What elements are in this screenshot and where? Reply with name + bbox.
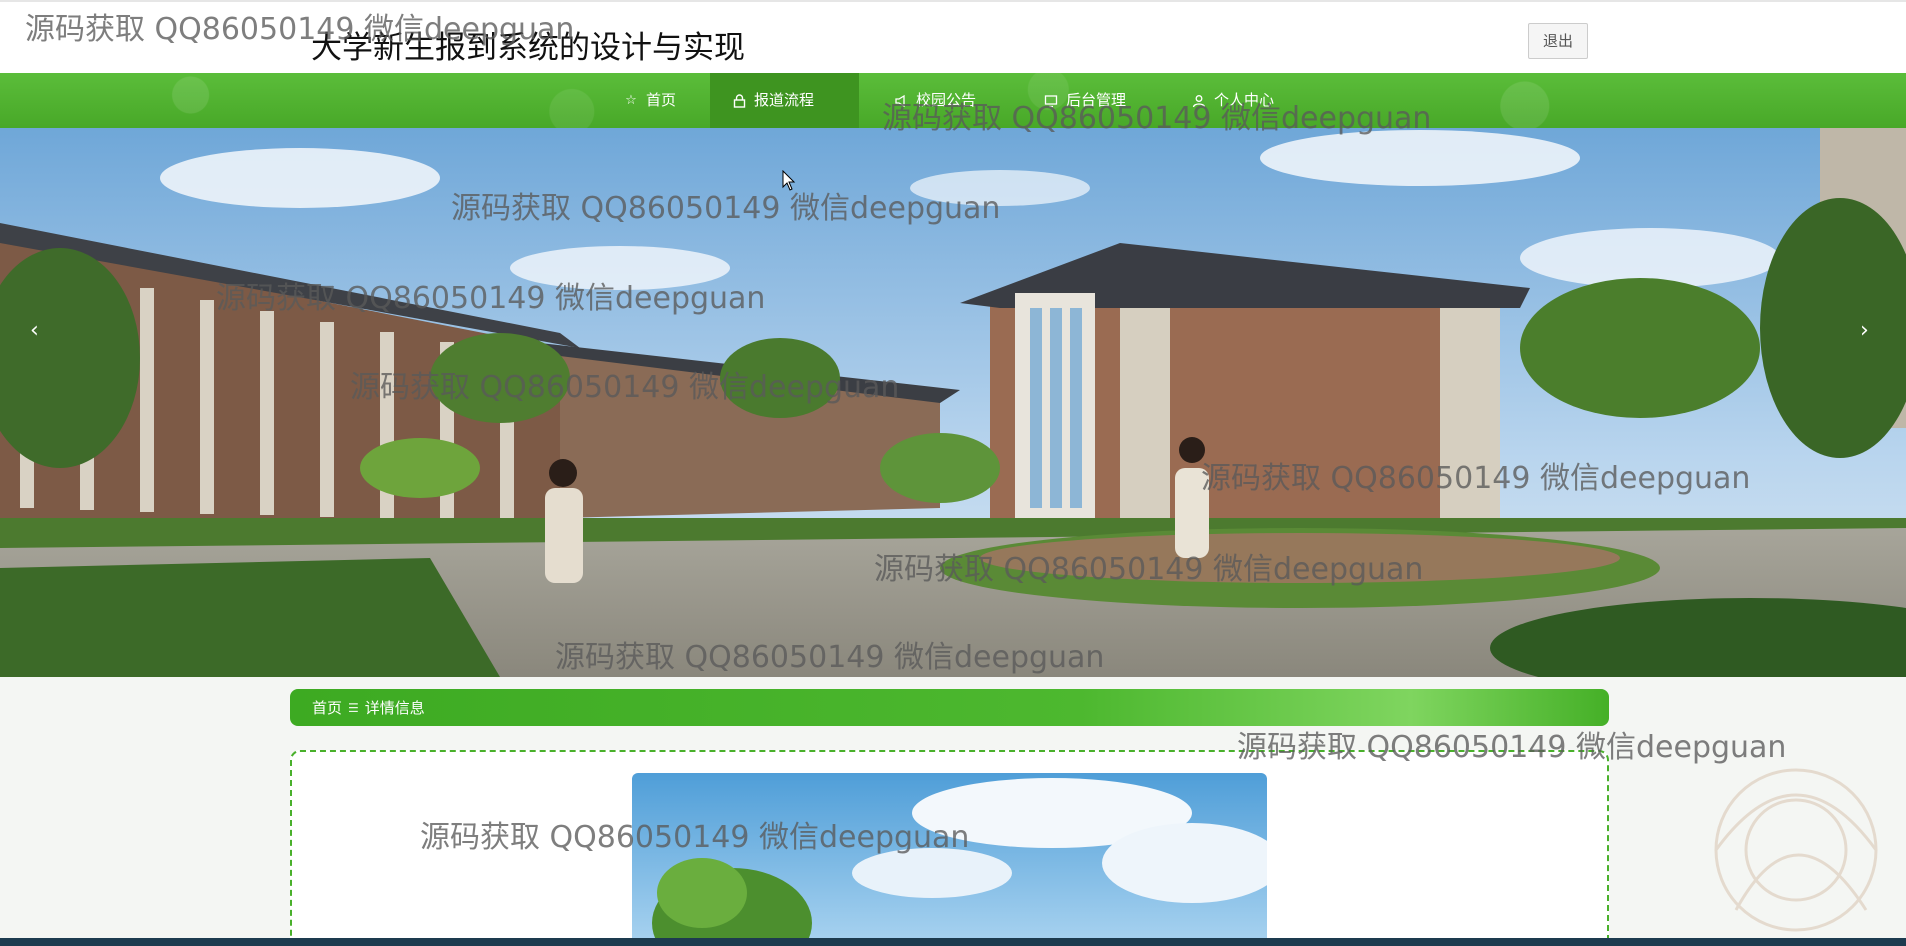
breadcrumb: 首页 ☰ 详情信息	[290, 689, 1609, 726]
monitor-icon	[1044, 94, 1058, 108]
carousel-next-arrow[interactable]: ›	[1860, 318, 1869, 343]
breadcrumb-home-link[interactable]: 首页	[312, 697, 342, 718]
lock-icon	[732, 93, 746, 108]
star-icon: ☆	[625, 93, 637, 108]
nav-item-label: 报道流程	[754, 91, 815, 109]
header: 大学新生报到系统的设计与实现 退出	[0, 0, 1906, 73]
logout-button[interactable]: 退出	[1528, 23, 1588, 59]
detail-image	[632, 773, 1267, 946]
nav-item-registration-process[interactable]: 报道流程	[710, 73, 859, 128]
nav-item-announcements[interactable]: 校园公告	[872, 73, 998, 128]
breadcrumb-separator-icon: ☰	[348, 700, 359, 715]
flower-decoration	[1714, 768, 1878, 932]
breadcrumb-current: 详情信息	[364, 699, 425, 717]
main-nav: ☆ 首页 报道流程 校园公告 后台管理 个人中心	[0, 73, 1906, 128]
mouse-cursor-icon	[782, 170, 796, 191]
nav-item-profile[interactable]: 个人中心	[1170, 73, 1296, 128]
nav-item-label: 首页	[646, 91, 677, 109]
megaphone-icon	[894, 94, 908, 108]
nav-item-admin[interactable]: 后台管理	[1022, 73, 1148, 128]
taskbar-strip	[0, 938, 1906, 946]
banner-carousel[interactable]: ‹ ›	[0, 128, 1906, 677]
campus-photo	[0, 128, 1906, 677]
nav-item-label: 后台管理	[1066, 91, 1127, 109]
user-icon	[1192, 94, 1206, 108]
carousel-prev-arrow[interactable]: ‹	[30, 318, 39, 343]
nav-item-label: 个人中心	[1214, 91, 1275, 109]
site-title: 大学新生报到系统的设计与实现	[311, 30, 745, 66]
nav-item-home[interactable]: ☆ 首页	[602, 73, 698, 128]
nav-item-label: 校园公告	[916, 91, 977, 109]
